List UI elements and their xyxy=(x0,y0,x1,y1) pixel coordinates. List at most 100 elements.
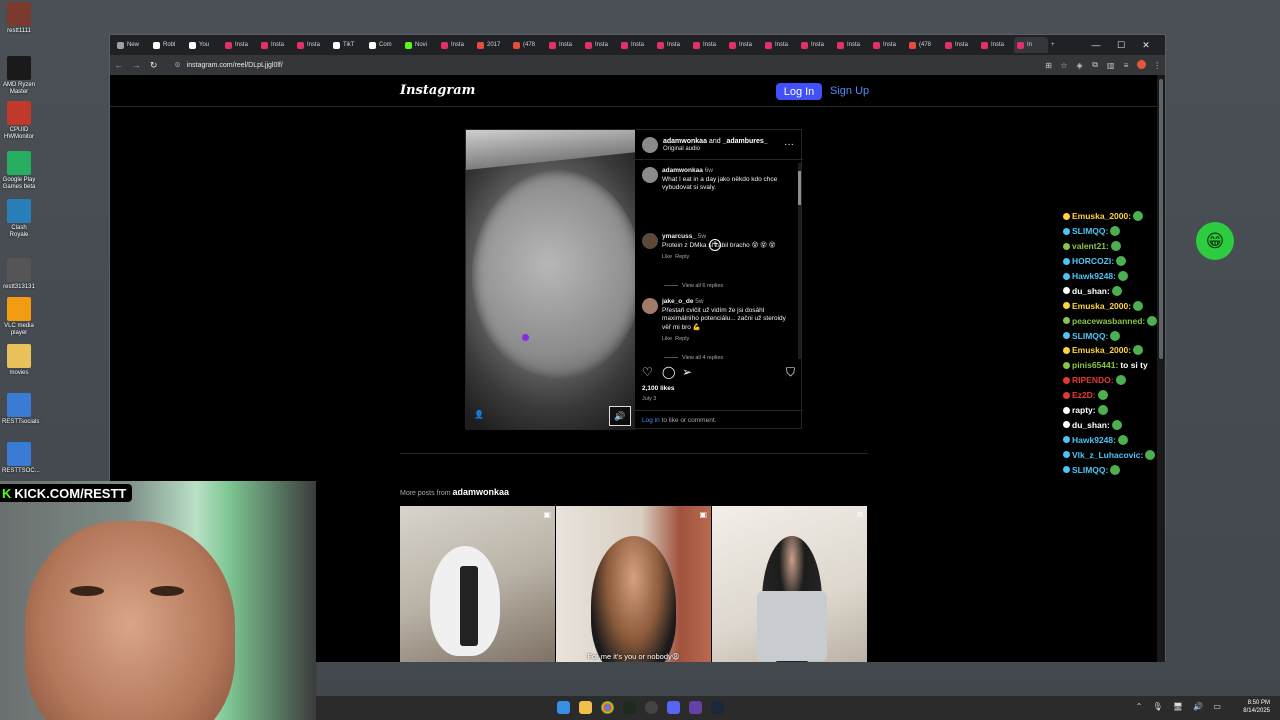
chrome-icon[interactable] xyxy=(601,701,614,714)
browser-tab[interactable]: Insta xyxy=(798,37,834,53)
more-options-icon[interactable]: ··· xyxy=(784,139,794,150)
chat-emote-icon xyxy=(1097,390,1108,401)
comment-avatar[interactable] xyxy=(642,298,658,314)
comment-username[interactable]: jake_o_de xyxy=(662,298,693,305)
browser-tab[interactable]: Insta xyxy=(834,37,870,53)
audio-label[interactable]: Original audio xyxy=(663,146,768,152)
browser-tab[interactable]: You xyxy=(186,37,222,53)
reply-link[interactable]: Reply xyxy=(675,336,689,342)
post-thumbnail[interactable]: ▣ xyxy=(400,506,555,662)
likes-count[interactable]: 2,100 likes xyxy=(642,385,675,392)
new-tab-icon[interactable]: + xyxy=(1048,37,1066,53)
browser-tab[interactable]: Insta xyxy=(942,37,978,53)
reload-icon[interactable]: ↻ xyxy=(145,60,162,71)
obs-icon[interactable] xyxy=(645,701,658,714)
address-bar[interactable]: ⚙ instagram.com/reel/DLpLjjgl0lf/ xyxy=(166,58,963,72)
app-icon[interactable] xyxy=(689,701,702,714)
author-username[interactable]: adamwonkaa xyxy=(663,138,707,145)
install-icon[interactable]: ⊞ xyxy=(1041,61,1057,70)
instagram-logo[interactable]: Instagram xyxy=(400,83,475,98)
maximize-icon[interactable]: ☐ xyxy=(1110,35,1132,55)
post-thumbnail[interactable]: ▣ For me it's you or nobody😩 xyxy=(556,506,711,662)
file-explorer-icon[interactable] xyxy=(579,701,592,714)
comment-username[interactable]: ymarcuss_ xyxy=(662,233,696,240)
browser-tab[interactable]: Insta xyxy=(438,37,474,53)
profile-avatar-icon[interactable] xyxy=(1134,59,1150,71)
like-comment-link[interactable]: Like xyxy=(662,254,672,260)
browser-tab[interactable]: Insta xyxy=(870,37,906,53)
desktop-icon[interactable]: RESTTSOC... xyxy=(2,442,40,475)
browser-tab[interactable]: Com xyxy=(366,37,402,53)
login-button[interactable]: Log In xyxy=(776,83,822,100)
forward-icon[interactable]: → xyxy=(127,60,144,70)
webcam-eye xyxy=(150,586,184,596)
view-replies-link[interactable]: View all 6 replies xyxy=(664,283,723,289)
browser-tab[interactable]: (478 xyxy=(510,37,546,53)
mute-button[interactable]: 🔊 xyxy=(609,406,631,426)
desktop-icon[interactable]: RESTTsocials xyxy=(2,393,39,426)
site-info-icon[interactable]: ⚙ xyxy=(174,61,180,69)
desktop-icon[interactable]: CPUID HWMonitor xyxy=(2,101,36,141)
start-icon[interactable] xyxy=(557,701,570,714)
browser-tab[interactable]: In xyxy=(1014,37,1048,53)
browser-tab[interactable]: New xyxy=(114,37,150,53)
author-avatar[interactable] xyxy=(642,136,658,153)
menu-icon[interactable]: ⋮ xyxy=(1149,61,1165,70)
coauthor-username[interactable]: _adambures_ xyxy=(723,138,768,145)
browser-tab[interactable]: TikT xyxy=(330,37,366,53)
browser-tab[interactable]: 2017 xyxy=(474,37,510,53)
login-link[interactable]: Log in xyxy=(642,417,660,424)
discord-icon[interactable] xyxy=(667,701,680,714)
media-controls-icon[interactable]: ≡ xyxy=(1118,61,1134,70)
desktop-icon[interactable]: Clash Royale xyxy=(2,199,36,239)
extensions-puzzle-icon[interactable]: ⧉ xyxy=(1087,60,1103,70)
browser-tab[interactable]: Insta xyxy=(582,37,618,53)
desktop-icon[interactable]: Google Play Games beta xyxy=(2,151,36,191)
minimize-icon[interactable]: — xyxy=(1085,35,1107,55)
bookmark-star-icon[interactable]: ☆ xyxy=(1056,61,1072,70)
signup-link[interactable]: Sign Up xyxy=(830,85,869,97)
extension-icon[interactable]: ◈ xyxy=(1072,61,1088,70)
side-panel-icon[interactable]: ▥ xyxy=(1103,61,1119,70)
system-tray[interactable]: ⌃ 🎙 🖥 🔊 ▭ xyxy=(1136,702,1225,711)
comments-scrollbar[interactable] xyxy=(798,163,801,359)
view-replies-link[interactable]: View all 4 replies xyxy=(664,355,723,361)
browser-tab[interactable]: Insta xyxy=(294,37,330,53)
desktop-icon[interactable]: restt313131 xyxy=(2,258,36,291)
browser-tab[interactable]: Novi xyxy=(402,37,438,53)
caption-avatar[interactable] xyxy=(642,167,658,183)
comment-bubble-icon[interactable]: ◯ xyxy=(662,365,675,379)
desktop-icon[interactable]: AMD Ryzen Master xyxy=(2,56,36,96)
reply-link[interactable]: Reply xyxy=(675,254,689,260)
more-posts-username[interactable]: adamwonkaa xyxy=(453,487,510,497)
post-thumbnail[interactable]: ⧉ xyxy=(712,506,867,662)
desktop-icon[interactable]: restt1111 xyxy=(2,2,36,35)
like-comment-link[interactable]: Like xyxy=(662,336,672,342)
close-icon[interactable]: ✕ xyxy=(1135,35,1157,55)
browser-tab[interactable]: (478 xyxy=(906,37,942,53)
chat-emote-icon xyxy=(1117,271,1128,281)
browser-tab[interactable]: Insta xyxy=(258,37,294,53)
clock[interactable]: 8:50 PM 8/14/2025 xyxy=(1243,699,1270,715)
browser-tab[interactable]: Insta xyxy=(222,37,258,53)
save-bookmark-icon[interactable]: ⛉ xyxy=(786,365,795,380)
desktop-icon[interactable]: movies xyxy=(2,344,36,377)
terminal-icon[interactable] xyxy=(623,701,636,714)
browser-tab[interactable]: Robl xyxy=(150,37,186,53)
desktop-icon[interactable]: VLC media player xyxy=(2,297,36,337)
comment-avatar[interactable] xyxy=(642,233,658,249)
share-send-icon[interactable]: ➢ xyxy=(682,365,692,379)
reel-video[interactable]: 👤 🔊 xyxy=(466,130,635,430)
browser-tab[interactable]: Insta xyxy=(690,37,726,53)
back-icon[interactable]: ← xyxy=(110,60,127,70)
caption-username[interactable]: adamwonkaa xyxy=(662,167,703,174)
browser-tab[interactable]: Insta xyxy=(546,37,582,53)
browser-tab[interactable]: Insta xyxy=(762,37,798,53)
like-heart-icon[interactable]: ♡ xyxy=(642,365,653,379)
browser-tab[interactable]: Insta xyxy=(978,37,1014,53)
tagged-user-icon[interactable]: 👤 xyxy=(474,410,484,419)
browser-tab[interactable]: Insta xyxy=(618,37,654,53)
steam-icon[interactable] xyxy=(711,701,724,714)
browser-tab[interactable]: Insta xyxy=(726,37,762,53)
browser-tab[interactable]: Insta xyxy=(654,37,690,53)
